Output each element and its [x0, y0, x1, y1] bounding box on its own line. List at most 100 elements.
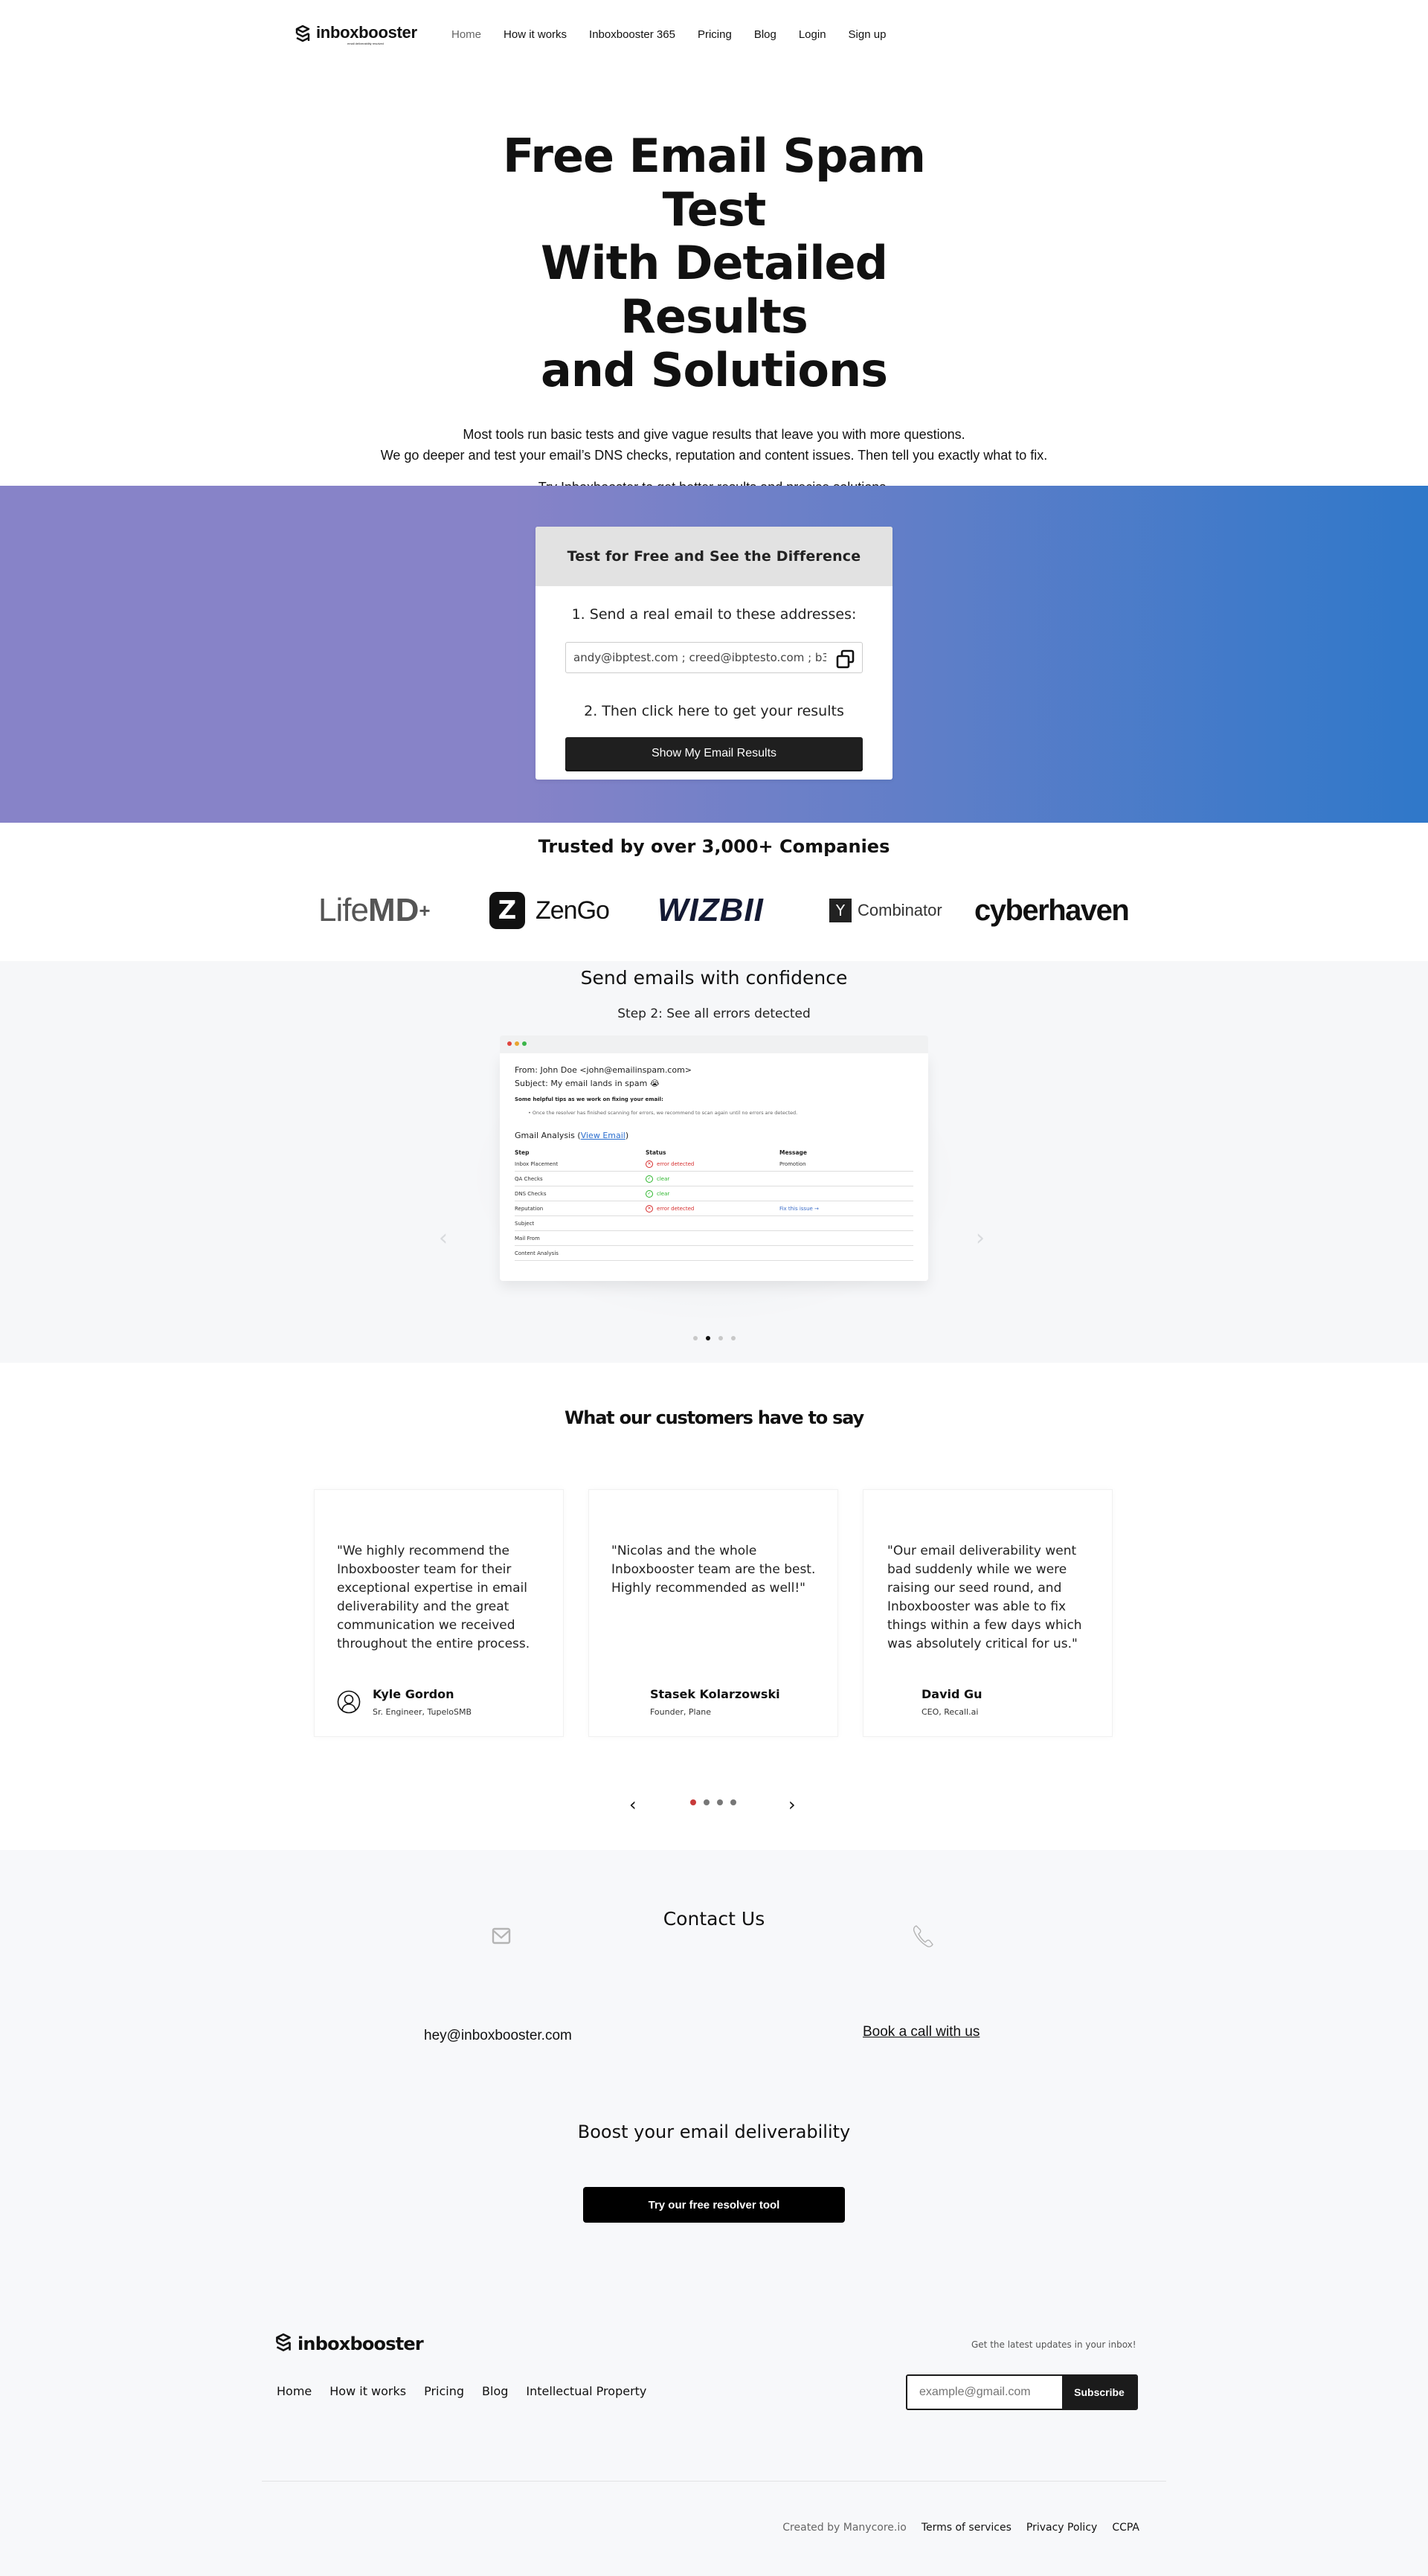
message-cell: Promotion: [779, 1160, 806, 1167]
email-subject: Subject: My email lands in spam 😭: [515, 1079, 660, 1088]
footer-divider: [262, 2481, 1166, 2482]
confidence-heading: Send emails with confidence: [580, 967, 848, 989]
testimonial-dot[interactable]: [690, 1799, 696, 1805]
nav-signup[interactable]: Sign up: [849, 28, 887, 41]
footer-link-intellectual-property[interactable]: Intellectual Property: [526, 2384, 646, 2398]
hero-title-line: Free Email Spam Test: [502, 129, 926, 237]
status-cell: ✓ clear: [646, 1189, 779, 1198]
hero-subtitle-line: Most tools run basic tests and give vagu…: [463, 427, 965, 442]
main-nav: Home How it works Inboxbooster 365 Prici…: [451, 28, 908, 41]
gmail-analysis-label: Gmail Analysis: [515, 1131, 575, 1140]
step-cell: Content Analysis: [515, 1250, 559, 1256]
slide-caption: Step 2: See all errors detected: [617, 1006, 811, 1021]
lifemd-logo: Life MD +: [318, 890, 431, 931]
footer-link-blog[interactable]: Blog: [482, 2384, 508, 2398]
newsletter-email-input[interactable]: [907, 2376, 1062, 2409]
step-cell: Inbox Placement: [515, 1160, 559, 1167]
testimonial-author: Kyle Gordon Sr. Engineer, TupeloSMB: [337, 1687, 472, 1717]
step-cell: Reputation: [515, 1205, 544, 1212]
testimonials-heading: What our customers have to say: [565, 1407, 864, 1428]
newsletter-label: Get the latest updates in your inbox!: [971, 2339, 1136, 2350]
free-resolver-button[interactable]: Try our free resolver tool: [583, 2187, 845, 2223]
hero-title-line: With Detailed Results: [541, 236, 888, 344]
table-row: Subject: [515, 1216, 913, 1231]
slide-dot[interactable]: [705, 1336, 710, 1340]
status-text: error detected: [657, 1160, 695, 1167]
mail-icon: [492, 1927, 511, 1944]
copy-icon[interactable]: [835, 649, 856, 669]
footer-logo[interactable]: inboxbooster: [274, 2333, 424, 2355]
email-from: From: John Doe <john@emailinspam.com>: [515, 1065, 692, 1075]
check-circle-icon: ✓: [646, 1175, 653, 1183]
fix-issue-link[interactable]: Fix this issue →: [779, 1206, 913, 1212]
slide-dot[interactable]: [718, 1336, 723, 1340]
testimonial-card: "Our email deliverability went bad sudde…: [863, 1489, 1113, 1737]
zengo-logo: Z ZenGo: [489, 890, 610, 931]
book-call-link[interactable]: Book a call with us: [863, 2024, 980, 2040]
view-email-link[interactable]: View Email: [581, 1131, 625, 1140]
subscribe-button[interactable]: Subscribe: [1062, 2376, 1136, 2409]
status-cell: ✓ clear: [646, 1175, 779, 1183]
testimonial-dot[interactable]: [717, 1799, 723, 1805]
slide-dot[interactable]: [692, 1336, 698, 1340]
chevron-left-icon[interactable]: ‹: [439, 1225, 448, 1251]
table-row: Inbox Placement ✕ error detected Promotion: [515, 1157, 913, 1172]
testimonials-prev-icon[interactable]: ‹: [629, 1794, 637, 1815]
slide-indicators: [0, 1336, 1428, 1340]
check-circle-icon: ✓: [646, 1189, 653, 1198]
test-addresses-input[interactable]: [573, 651, 826, 664]
phone-icon: [913, 1925, 933, 1947]
author-name: Kyle Gordon: [373, 1687, 454, 1701]
nav-blog[interactable]: Blog: [754, 28, 776, 41]
window-chrome: [500, 1035, 928, 1053]
ccpa-link[interactable]: CCPA: [1112, 2522, 1139, 2534]
lifemd-bold-text: MD: [367, 892, 419, 928]
results-screenshot: From: John Doe <john@emailinspam.com> Su…: [500, 1035, 928, 1281]
table-row: Reputation ✕ error detected Fix this issue …: [515, 1201, 913, 1216]
privacy-link[interactable]: Privacy Policy: [1026, 2522, 1097, 2534]
yc-mark-icon: Y: [829, 899, 852, 922]
lifemd-light-text: Life: [318, 892, 369, 928]
hero-subtitle-line: We go deeper and test your email’s DNS c…: [380, 448, 1048, 463]
testimonial-card: "We highly recommend the Inboxbooster te…: [314, 1489, 564, 1737]
table-row: Content Analysis: [515, 1246, 913, 1261]
boost-heading: Boost your email deliverability: [577, 2121, 851, 2142]
footer-link-home[interactable]: Home: [277, 2384, 312, 2398]
testimonial-dot[interactable]: [704, 1799, 710, 1805]
col-status: Status: [646, 1149, 666, 1156]
trusted-heading: Trusted by over 3,000+ Companies: [538, 836, 890, 857]
footer-credit[interactable]: Created by Manycore.io: [782, 2522, 907, 2534]
chevron-right-icon[interactable]: ›: [976, 1225, 985, 1251]
slide-dot[interactable]: [730, 1336, 736, 1340]
nav-how-it-works[interactable]: How it works: [504, 28, 567, 41]
author-role: Founder, Plane: [650, 1707, 712, 1717]
yc-text: Combinator: [858, 901, 942, 919]
testimonial-dot[interactable]: [730, 1799, 736, 1805]
hero-title-line: and Solutions: [540, 343, 888, 397]
cyberhaven-logo: cyberhaven: [974, 893, 1130, 927]
step-cell: DNS Checks: [515, 1190, 547, 1197]
table-body: Inbox Placement ✕ error detected Promotion Q…: [515, 1157, 913, 1261]
contact-email-link[interactable]: hey@inboxbooster.com: [424, 2028, 572, 2044]
nav-login[interactable]: Login: [799, 28, 826, 41]
nav-inboxbooster-365[interactable]: Inboxbooster 365: [589, 28, 675, 41]
show-results-button[interactable]: Show My Email Results: [565, 737, 863, 770]
testimonials-next-icon[interactable]: ›: [788, 1794, 796, 1815]
table-row: Mail From: [515, 1231, 913, 1246]
status-text: clear: [657, 1175, 670, 1182]
footer-link-how-it-works[interactable]: How it works: [329, 2384, 406, 2398]
brand-logo[interactable]: inboxbooster email deliverability resolv…: [294, 25, 417, 45]
table-row: DNS Checks ✓ clear: [515, 1186, 913, 1201]
nav-home[interactable]: Home: [451, 28, 481, 41]
footer-brand-name: inboxbooster: [298, 2334, 424, 2354]
top-nav: inboxbooster email deliverability resolv…: [0, 0, 1428, 71]
col-step: Step: [515, 1149, 530, 1156]
footer-link-pricing[interactable]: Pricing: [424, 2384, 464, 2398]
author-role: CEO, Recall.ai: [922, 1707, 979, 1717]
table-row: QA Checks ✓ clear: [515, 1172, 913, 1186]
lifemd-plus: +: [419, 899, 431, 922]
brand-tagline: email deliverability resolved: [347, 42, 384, 45]
status-text: clear: [657, 1190, 670, 1197]
terms-link[interactable]: Terms of services: [922, 2522, 1012, 2534]
nav-pricing[interactable]: Pricing: [698, 28, 732, 41]
